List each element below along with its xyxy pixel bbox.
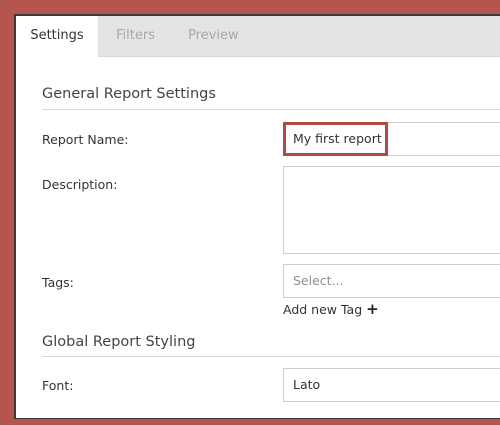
section-divider <box>42 356 500 357</box>
tab-preview[interactable]: Preview <box>188 16 239 56</box>
tags-select[interactable]: Select... <box>283 264 500 298</box>
report-settings-panel: Settings Filters Preview General Report … <box>16 16 500 418</box>
description-textarea[interactable] <box>283 166 500 254</box>
tab-bar: Settings Filters Preview <box>16 16 500 57</box>
font-label: Font: <box>42 378 74 393</box>
tab-filters[interactable]: Filters <box>116 16 155 56</box>
report-name-highlight <box>283 122 388 156</box>
general-settings-heading: General Report Settings <box>42 86 216 102</box>
description-label: Description: <box>42 177 118 192</box>
add-new-tag-label: Add new Tag <box>283 302 363 317</box>
font-select[interactable]: Lato <box>283 368 500 402</box>
tags-label: Tags: <box>42 275 74 290</box>
section-divider <box>42 109 500 110</box>
add-new-tag-link[interactable]: Add new Tag + <box>283 300 379 318</box>
plus-icon: + <box>366 300 379 318</box>
tab-settings[interactable]: Settings <box>16 16 98 57</box>
report-name-label: Report Name: <box>42 132 129 147</box>
global-styling-heading: Global Report Styling <box>42 334 196 350</box>
